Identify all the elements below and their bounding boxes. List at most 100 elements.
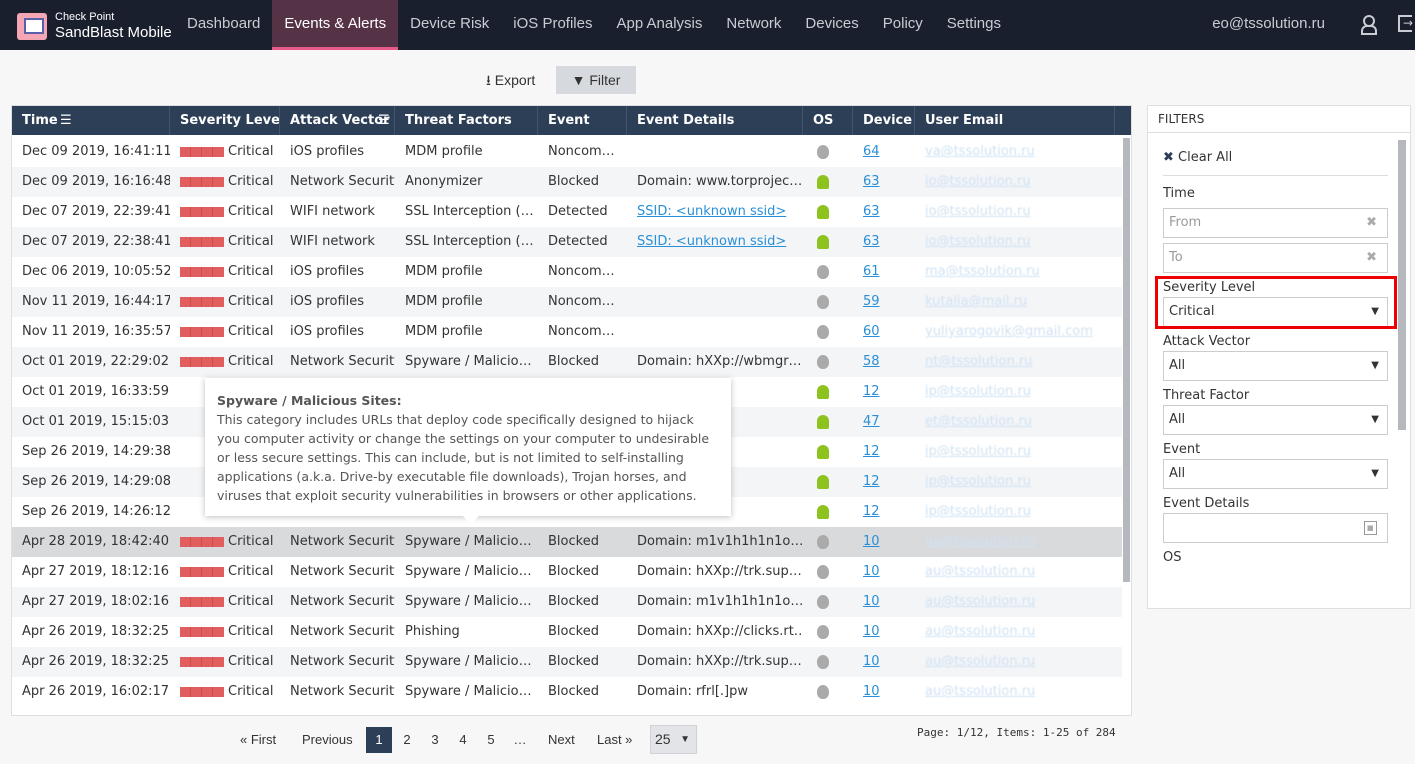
user-email-link[interactable]: io@tssolution.ru — [925, 174, 1031, 189]
device-id-link[interactable]: 61 — [863, 264, 880, 279]
table-row[interactable]: Nov 11 2019, 16:35:57 Critical iOS profile… — [12, 317, 1122, 347]
severity-text: Critical — [228, 174, 274, 189]
table-row[interactable]: Oct 01 2019, 22:29:02 Critical Network Sec… — [12, 347, 1122, 377]
clear-icon[interactable]: ✖ — [1366, 244, 1377, 272]
device-id-link[interactable]: 63 — [863, 174, 880, 189]
clear-all-button[interactable]: ✖ Clear All — [1163, 150, 1388, 176]
event-select[interactable]: All ▼ — [1163, 459, 1388, 489]
page-size-select[interactable]: 25 ▼ — [650, 725, 697, 754]
export-button[interactable]: ⭳ Export — [476, 66, 545, 94]
nav-settings[interactable]: Settings — [935, 0, 1013, 50]
clear-icon[interactable]: ✖ — [1366, 209, 1377, 237]
nav-ios-profiles[interactable]: iOS Profiles — [501, 0, 604, 50]
user-email-link[interactable]: au@tssolution.ru — [925, 654, 1035, 669]
device-id-link[interactable]: 64 — [863, 144, 880, 159]
table-row[interactable]: Dec 07 2019, 22:38:41 Critical WIFI networ… — [12, 227, 1122, 257]
user-email-link[interactable]: au@tssolution.ru — [925, 624, 1035, 639]
user-email-link[interactable]: et@tssolution.ru — [925, 414, 1032, 429]
device-id-link[interactable]: 10 — [863, 594, 880, 609]
user-email-link[interactable]: io@tssolution.ru — [925, 204, 1031, 219]
filters-scrollbar[interactable] — [1398, 140, 1406, 430]
nav-dashboard[interactable]: Dashboard — [175, 0, 272, 50]
time-from-input[interactable]: From ✖ — [1163, 208, 1388, 238]
user-email-link[interactable]: au@tssolution.ru — [925, 534, 1035, 549]
pager-last[interactable]: Last » — [597, 727, 632, 753]
device-id-link[interactable]: 12 — [863, 504, 880, 519]
event-details-input[interactable]: ▪ — [1163, 513, 1388, 543]
nav-events-alerts[interactable]: Events & Alerts — [272, 0, 399, 50]
filter-button[interactable]: ▼ Filter — [556, 66, 636, 94]
user-email-link[interactable]: au@tssolution.ru — [925, 594, 1035, 609]
sort-icon[interactable]: ☰ — [60, 106, 72, 135]
pager-next[interactable]: Next — [548, 727, 575, 753]
user-email-link[interactable]: ma@tssolution.ru — [925, 264, 1040, 279]
column-header-severity-level[interactable]: Severity Level — [170, 106, 280, 135]
table-row[interactable]: Apr 26 2019, 16:02:17 Critical Network Sec… — [12, 677, 1122, 707]
sort-icon[interactable]: ☰ — [378, 106, 390, 135]
nav-device-risk[interactable]: Device Risk — [398, 0, 501, 50]
device-id-link[interactable]: 10 — [863, 684, 880, 699]
user-email-link[interactable]: ip@tssolution.ru — [925, 474, 1031, 489]
event-details-link[interactable]: SSID: <unknown ssid> — [637, 234, 786, 249]
pager-page-2[interactable]: 2 — [400, 727, 414, 753]
user-email-link[interactable]: kutalia@mail.ru — [925, 294, 1027, 309]
table-row[interactable]: Apr 28 2019, 18:42:40 Critical Network Sec… — [12, 527, 1122, 557]
device-id-link[interactable]: 10 — [863, 534, 880, 549]
table-row[interactable]: Apr 27 2019, 18:12:16 Critical Network Sec… — [12, 557, 1122, 587]
user-email-link[interactable]: yuliyarogovik@gmail.com — [925, 324, 1093, 339]
user-email-link[interactable]: ip@tssolution.ru — [925, 384, 1031, 399]
table-row[interactable]: Dec 06 2019, 10:05:52 Critical iOS profile… — [12, 257, 1122, 287]
user-email-link[interactable]: io@tssolution.ru — [925, 234, 1031, 249]
pager-page-4[interactable]: 4 — [456, 727, 470, 753]
device-id-link[interactable]: 10 — [863, 654, 880, 669]
device-id-link[interactable]: 12 — [863, 474, 880, 489]
column-header-threat-factors[interactable]: Threat Factors — [395, 106, 538, 135]
column-header-event-details[interactable]: Event Details — [627, 106, 803, 135]
pager-page-5[interactable]: 5 — [484, 727, 498, 753]
nav-policy[interactable]: Policy — [871, 0, 935, 50]
user-email-link[interactable]: nt@tssolution.ru — [925, 354, 1032, 369]
column-header-os[interactable]: OS — [803, 106, 853, 135]
device-id-link[interactable]: 63 — [863, 204, 880, 219]
logout-icon[interactable]: → — [1398, 15, 1413, 32]
device-id-link[interactable]: 12 — [863, 384, 880, 399]
user-email-link[interactable]: au@tssolution.ru — [925, 684, 1035, 699]
device-id-link[interactable]: 59 — [863, 294, 880, 309]
device-id-link[interactable]: 58 — [863, 354, 880, 369]
table-row[interactable]: Apr 26 2019, 18:32:25 Critical Network Sec… — [12, 647, 1122, 677]
threat-factor-select[interactable]: All ▼ — [1163, 405, 1388, 435]
device-id-link[interactable]: 12 — [863, 444, 880, 459]
device-id-link[interactable]: 47 — [863, 414, 880, 429]
nav-network[interactable]: Network — [714, 0, 793, 50]
nav-devices[interactable]: Devices — [793, 0, 870, 50]
event-details-link[interactable]: SSID: <unknown ssid> — [637, 204, 786, 219]
device-id-link[interactable]: 63 — [863, 234, 880, 249]
column-header-user-email[interactable]: User Email — [915, 106, 1115, 135]
pager-previous[interactable]: Previous — [302, 727, 353, 753]
time-to-input[interactable]: To ✖ — [1163, 243, 1388, 273]
user-email-link[interactable]: ip@tssolution.ru — [925, 444, 1031, 459]
device-id-link[interactable]: 10 — [863, 624, 880, 639]
column-header-device-id[interactable]: Device I — [853, 106, 915, 135]
user-email-link[interactable]: au@tssolution.ru — [925, 564, 1035, 579]
table-scrollbar[interactable] — [1123, 138, 1130, 582]
pager-page-3[interactable]: 3 — [428, 727, 442, 753]
device-id-link[interactable]: 10 — [863, 564, 880, 579]
user-email-link[interactable]: ip@tssolution.ru — [925, 504, 1031, 519]
pager-page-1[interactable]: 1 — [366, 727, 392, 753]
table-row[interactable]: Apr 27 2019, 18:02:16 Critical Network Sec… — [12, 587, 1122, 617]
user-email[interactable]: eo@tssolution.ru — [1212, 15, 1325, 32]
table-row[interactable]: Dec 09 2019, 16:41:11 Critical iOS profile… — [12, 137, 1122, 167]
table-row[interactable]: Apr 26 2019, 18:32:25 Critical Network Sec… — [12, 617, 1122, 647]
column-header-event[interactable]: Event — [538, 106, 627, 135]
table-row[interactable]: Dec 07 2019, 22:39:41 Critical WIFI networ… — [12, 197, 1122, 227]
device-id-link[interactable]: 60 — [863, 324, 880, 339]
user-email-link[interactable]: va@tssolution.ru — [925, 144, 1035, 159]
pager-first[interactable]: « First — [240, 727, 276, 753]
column-header-time[interactable]: Time — [12, 106, 170, 135]
nav-app-analysis[interactable]: App Analysis — [605, 0, 715, 50]
user-profile-icon[interactable] — [1360, 15, 1377, 35]
table-row[interactable]: Dec 09 2019, 16:16:48 Critical Network Sec… — [12, 167, 1122, 197]
table-row[interactable]: Nov 11 2019, 16:44:17 Critical iOS profile… — [12, 287, 1122, 317]
attack-vector-select[interactable]: All ▼ — [1163, 351, 1388, 381]
